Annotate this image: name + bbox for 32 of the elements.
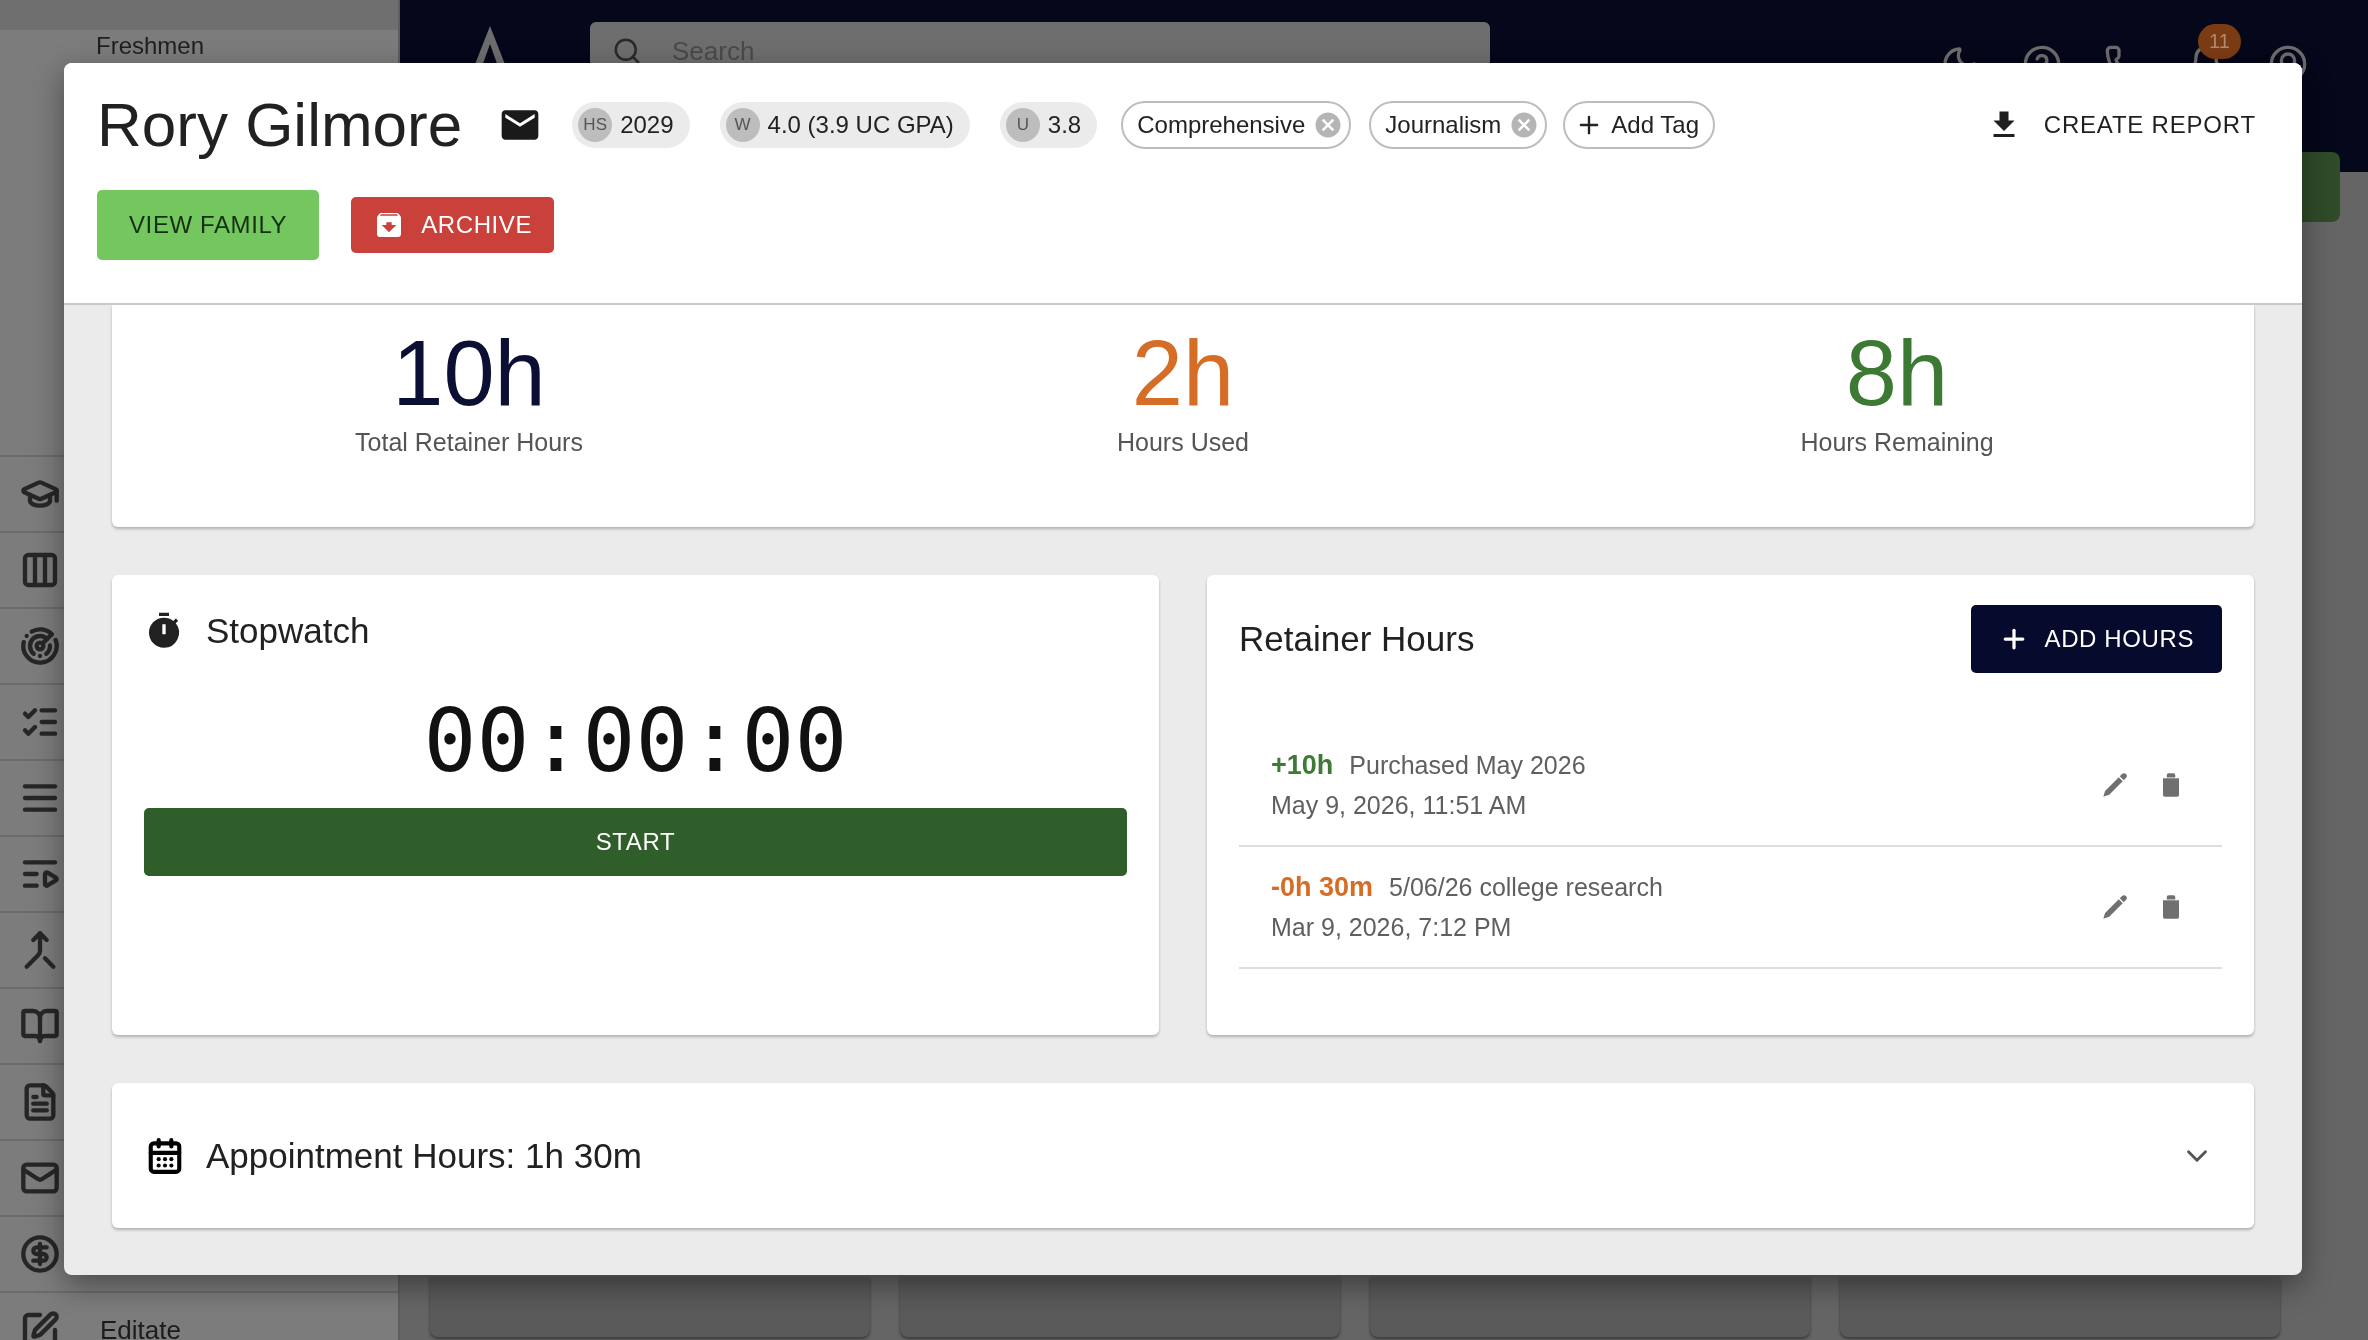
notification-badge: 11 xyxy=(2198,24,2241,59)
entry-date: May 9, 2026, 11:51 AM xyxy=(1271,791,1528,820)
card-title: Appointment Hours: 1h 30m xyxy=(206,1135,642,1176)
tag-chip[interactable]: Comprehensive xyxy=(1121,100,1352,149)
sidebar-item[interactable]: Editate xyxy=(100,1314,181,1340)
entry-date: Mar 9, 2026, 7:12 PM xyxy=(1271,913,1513,942)
hours-label: Hours Remaining xyxy=(1800,428,1994,458)
archive-button[interactable]: ARCHIVE xyxy=(351,197,555,253)
sidebar-item[interactable]: Freshmen xyxy=(96,32,398,60)
info-chip: U 3.8 xyxy=(999,101,1098,148)
hours-label: Hours Used xyxy=(1117,428,1249,458)
hours-label: Total Retainer Hours xyxy=(355,428,583,458)
card-title: Retainer Hours xyxy=(1239,619,1475,659)
start-button[interactable]: START xyxy=(144,808,1127,876)
tag-chip[interactable]: Journalism xyxy=(1369,100,1548,149)
view-family-button[interactable]: VIEW FAMILY xyxy=(97,190,320,260)
add-hours-button[interactable]: ADD HOURS xyxy=(1970,605,2222,673)
hours-amount: -0h 30m xyxy=(1271,872,1374,903)
info-chip: HS 2029 xyxy=(572,101,690,148)
card-title: Stopwatch xyxy=(206,611,370,651)
student-name: Rory Gilmore xyxy=(97,89,463,160)
add-tag-button[interactable]: Add Tag xyxy=(1563,100,1715,149)
hours-value: 2h xyxy=(1131,323,1235,425)
appointment-card[interactable]: Appointment Hours: 1h 30m xyxy=(112,1083,2254,1228)
hours-amount: +10h xyxy=(1271,750,1334,781)
entry-note: 5/06/26 college research xyxy=(1389,873,1663,902)
create-report-button[interactable]: CREATE REPORT xyxy=(1979,105,2262,144)
entry-note: Purchased May 2026 xyxy=(1349,751,1586,780)
timer-display: 00:00:00 xyxy=(422,689,849,792)
hours-value: 8h xyxy=(1845,323,1949,425)
info-chip: W 4.0 (3.9 UC GPA) xyxy=(719,101,970,148)
hours-value: 10h xyxy=(392,323,546,425)
